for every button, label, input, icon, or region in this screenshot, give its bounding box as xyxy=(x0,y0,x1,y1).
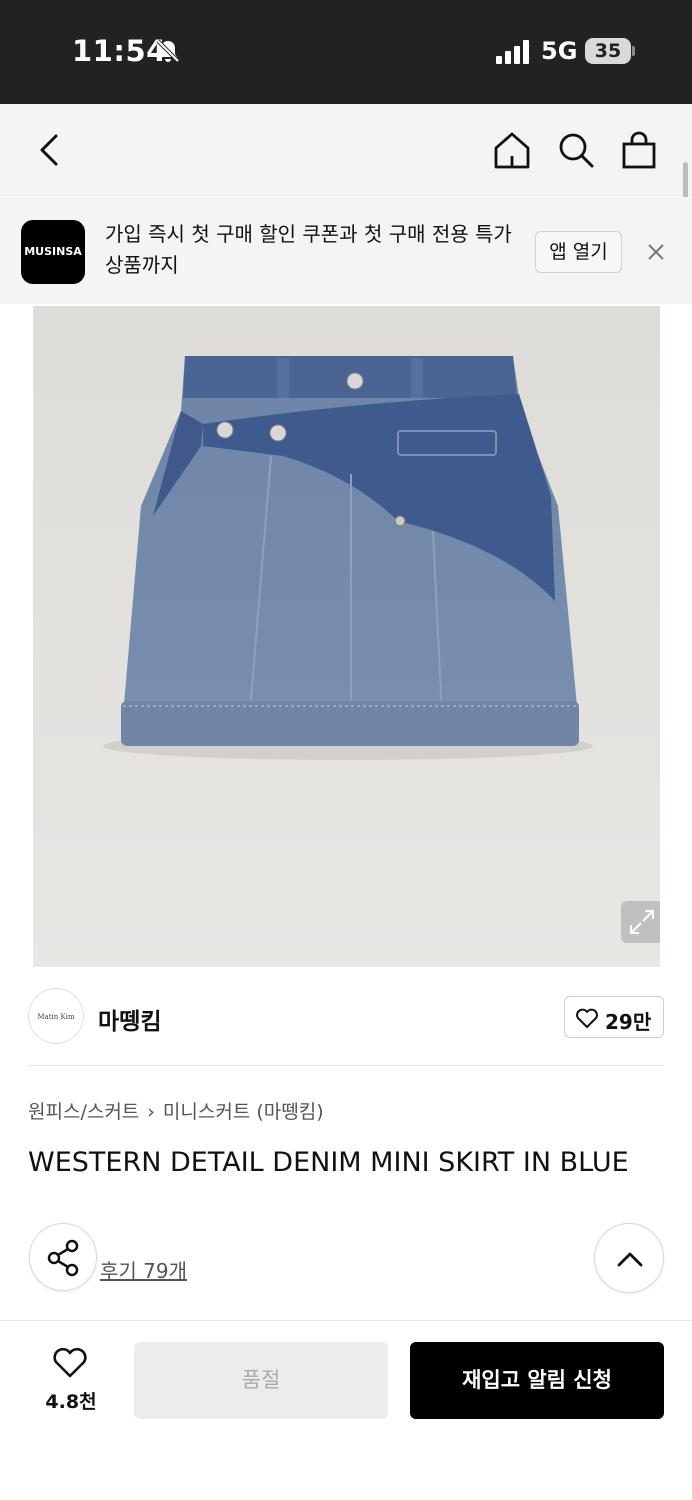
bag-icon[interactable] xyxy=(619,130,659,170)
brand-row: Matin Kim 마뗑킴 29만 xyxy=(28,988,664,1066)
reviews-link[interactable]: 후기 79개 xyxy=(100,1255,187,1284)
app-promo-banner: MUSINSA 가입 즉시 첫 구매 할인 쿠폰과 첫 구매 전용 특가 상품까… xyxy=(0,197,692,304)
status-bar: 11:54 5G 35 xyxy=(0,0,692,104)
open-app-button[interactable]: 앱 열기 xyxy=(535,231,622,273)
banner-text: 가입 즉시 첫 구매 할인 쿠폰과 첫 구매 전용 특가 상품까지 xyxy=(105,222,512,277)
breadcrumb-subcategory[interactable]: 미니스커트 (마뗑킴) xyxy=(163,1101,324,1123)
brand-like-count: 29만 xyxy=(605,1010,652,1034)
breadcrumb-category[interactable]: 원피스/스커트 xyxy=(28,1101,139,1123)
home-icon[interactable] xyxy=(492,130,532,170)
wish-button[interactable]: 4.8천 xyxy=(36,1347,106,1417)
wish-count: 4.8천 xyxy=(45,1391,97,1413)
heart-icon xyxy=(576,1008,598,1028)
battery-tip xyxy=(632,46,635,56)
back-icon[interactable] xyxy=(30,130,70,170)
search-icon[interactable] xyxy=(556,130,596,170)
breadcrumb: 원피스/스커트 › 미니스커트 (마뗑킴) xyxy=(28,1097,324,1124)
status-time: 11:54 xyxy=(72,34,167,68)
signal-icon xyxy=(496,40,529,64)
close-icon[interactable] xyxy=(645,241,667,263)
heart-icon xyxy=(53,1347,87,1378)
product-image[interactable] xyxy=(33,306,660,967)
battery-indicator: 35 xyxy=(585,38,631,64)
expand-icon[interactable] xyxy=(621,901,660,943)
bell-off-icon xyxy=(156,39,180,63)
musinsa-logo: MUSINSA xyxy=(21,220,85,284)
chevron-up-icon xyxy=(617,1252,643,1267)
chevron-right-icon: › xyxy=(147,1101,155,1123)
product-title: WESTERN DETAIL DENIM MINI SKIRT IN BLUE xyxy=(28,1147,629,1178)
share-button[interactable] xyxy=(29,1223,97,1291)
brand-avatar[interactable]: Matin Kim xyxy=(28,988,84,1044)
brand-like-button[interactable]: 29만 xyxy=(564,996,664,1038)
app-header xyxy=(0,104,692,196)
share-icon xyxy=(47,1239,79,1277)
brand-name[interactable]: 마뗑킴 xyxy=(98,1002,161,1036)
restock-alert-button[interactable]: 재입고 알림 신청 xyxy=(410,1342,664,1419)
scroll-top-button[interactable] xyxy=(594,1223,664,1293)
action-bar: 4.8천 품절 재입고 알림 신청 xyxy=(0,1320,692,1500)
network-type: 5G xyxy=(541,37,578,65)
denim-skirt-illustration xyxy=(103,356,593,760)
soldout-button: 품절 xyxy=(134,1342,388,1419)
